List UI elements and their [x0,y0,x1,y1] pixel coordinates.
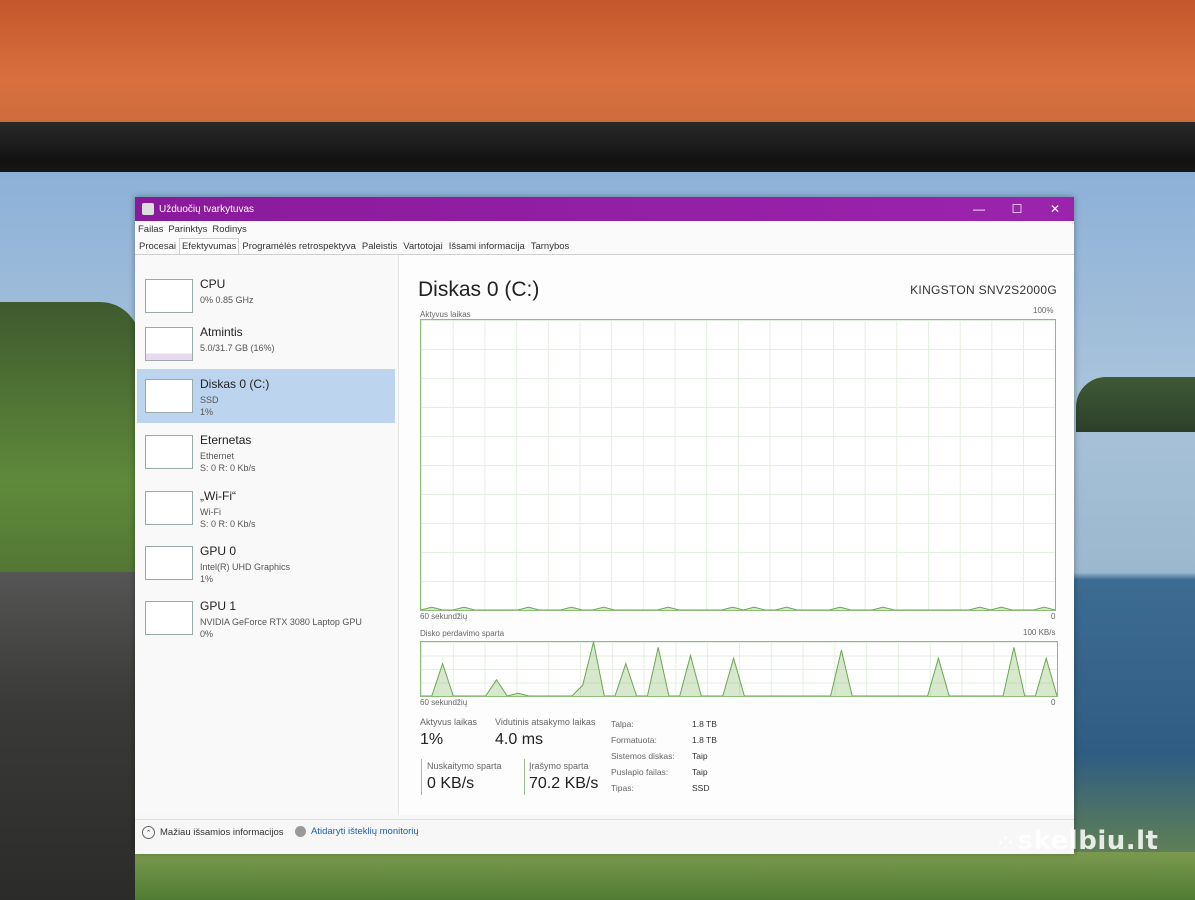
menu-file[interactable]: Failas [138,224,163,235]
sidebar-item-detail: 0% 0.85 GHz [200,295,254,305]
gpu1-thumbnail-graph [145,601,193,635]
graph1-max-label: 100% [1033,306,1054,315]
page-file-value: Taip [692,767,708,777]
transfer-rate-graph [420,641,1058,697]
skelbiu-watermark: ⁘ skelbiu.lt [998,826,1159,856]
read-divider [421,759,422,795]
formatted-label: Formatuota: [611,735,657,745]
sidebar-item-memory[interactable]: Atmintis 5.0/31.7 GB (16%) [137,317,395,371]
cpu-thumbnail-graph [145,279,193,313]
graph1-time-label: 60 sekundžių [420,612,468,621]
graph2-max-label: 100 KB/s [1023,628,1056,637]
wallpaper-rocks [0,572,135,900]
active-time-label: Aktyvus laikas [420,717,478,727]
sidebar-item-disk-0[interactable]: Diskas 0 (C:) SSD 1% [137,369,395,423]
tab-app-history[interactable]: Programėlės retrospektyva [239,238,359,254]
graph1-min-label: 0 [1051,612,1056,621]
fewer-details-label: Mažiau išsamios informacijos [160,827,284,838]
system-disk-value: Taip [692,751,708,761]
sidebar-item-label: GPU 0 [200,544,237,558]
menu-bar: Failas Parinktys Rodinys [135,221,1074,237]
write-speed-label: Įrašymo sparta [529,761,589,771]
write-divider [524,759,525,795]
tab-users[interactable]: Vartotojai [400,238,445,254]
minimize-button[interactable]: — [960,202,998,216]
read-speed-value: 0 KB/s [427,775,475,792]
sidebar-item-cpu[interactable]: CPU 0% 0.85 GHz [137,269,395,323]
response-time-label: Vidutinis atsakymo laikas [495,717,596,727]
sidebar-item-label: Diskas 0 (C:) [200,377,270,391]
graph2-label: Disko perdavimo sparta [420,629,505,638]
sidebar-item-detail: Wi-Fi S: 0 R: 0 Kb/s [200,507,256,529]
title-bar[interactable]: Užduočių tvarkytuvas — ☐ ✕ [135,197,1074,221]
active-time-graph [420,319,1056,611]
read-speed-label: Nuskaitymo sparta [427,761,502,771]
sidebar-item-gpu-0[interactable]: GPU 0 Intel(R) UHD Graphics 1% [137,536,395,590]
tab-bar: Procesai Efektyvumas Programėlės retrosp… [135,237,1074,255]
transfer-rate-series-area [421,642,1057,696]
graph1-label: Aktyvus laikas [420,310,471,319]
sidebar-item-label: GPU 1 [200,599,237,613]
transfer-rate-graph-svg [421,642,1057,696]
resource-sidebar: CPU 0% 0.85 GHz Atmintis 5.0/31.7 GB (16… [135,255,399,815]
write-speed-value: 70.2 KB/s [529,775,599,792]
window-title: Užduočių tvarkytuvas [159,203,255,215]
sidebar-item-detail: Intel(R) UHD Graphics 1% [200,562,291,584]
tab-services[interactable]: Tarnybos [528,238,573,254]
disk-detail-panel: Diskas 0 (C:) KINGSTON SNV2S2000G Aktyvu… [399,255,1074,815]
watermark-logo-icon: ⁘ [998,833,1014,854]
fewer-details-button[interactable]: ⌃ Mažiau išsamios informacijos [142,826,284,839]
tab-startup[interactable]: Paleistis [359,238,400,254]
sidebar-item-detail: Ethernet S: 0 R: 0 Kb/s [200,451,256,473]
gpu0-thumbnail-graph [145,546,193,580]
menu-view[interactable]: Rodinys [212,224,246,235]
graph2-time-label: 60 sekundžių [420,698,468,707]
sidebar-item-label: Atmintis [200,325,243,339]
resource-monitor-icon [295,826,306,837]
sidebar-item-ethernet[interactable]: Eternetas Ethernet S: 0 R: 0 Kb/s [137,425,395,479]
task-manager-icon [142,203,154,215]
tab-performance[interactable]: Efektyvumas [178,238,240,254]
footer-bar: ⌃ Mažiau išsamios informacijos Atidaryti… [135,819,1074,854]
wallpaper-grass [135,852,1195,900]
sidebar-item-detail: NVIDIA GeForce RTX 3080 Laptop GPU 0% [200,617,362,639]
sidebar-item-wifi[interactable]: „Wi-Fi“ Wi-Fi S: 0 R: 0 Kb/s [137,481,395,535]
system-disk-label: Sistemos diskas: [611,751,675,761]
tab-details[interactable]: Išsami informacija [446,238,528,254]
sidebar-item-detail: SSD 1% [200,395,219,417]
laptop-bezel [0,122,1195,276]
tab-processes[interactable]: Procesai [136,238,179,254]
disk-model-name: KINGSTON SNV2S2000G [910,283,1057,297]
wallpaper-island [1076,377,1195,432]
capacity-value: 1.8 TB [692,719,717,729]
task-manager-window: Užduočių tvarkytuvas — ☐ ✕ Failas Parink… [135,197,1074,854]
page-file-label: Puslapio failas: [611,767,669,777]
sidebar-item-label: Eternetas [200,433,252,447]
disk-stats: Aktyvus laikas 1% Vidutinis atsakymo lai… [418,717,1058,807]
ethernet-thumbnail-graph [145,435,193,469]
type-label: Tipas: [611,783,634,793]
graph2-min-label: 0 [1051,698,1056,707]
sidebar-item-gpu-1[interactable]: GPU 1 NVIDIA GeForce RTX 3080 Laptop GPU… [137,591,395,645]
active-time-graph-svg [421,606,1055,610]
active-time-value: 1% [420,731,444,748]
response-time-value: 4.0 ms [495,731,544,748]
maximize-button[interactable]: ☐ [998,202,1036,216]
open-resource-monitor-link[interactable]: Atidaryti išteklių monitorių [295,826,419,837]
chevron-up-icon: ⌃ [142,826,155,839]
type-value: SSD [692,783,710,793]
memory-thumbnail-graph [145,327,193,361]
sidebar-item-label: „Wi-Fi“ [200,489,236,503]
wifi-thumbnail-graph [145,491,193,525]
formatted-value: 1.8 TB [692,735,717,745]
disk-thumbnail-graph [145,379,193,413]
page-title: Diskas 0 (C:) [418,278,540,301]
sidebar-item-label: CPU [200,277,226,291]
sidebar-item-detail: 5.0/31.7 GB (16%) [200,343,275,353]
capacity-label: Talpa: [611,719,634,729]
close-button[interactable]: ✕ [1036,202,1074,216]
wall-background [0,0,1195,135]
menu-options[interactable]: Parinktys [168,224,207,235]
open-resource-monitor-label: Atidaryti išteklių monitorių [311,826,419,837]
